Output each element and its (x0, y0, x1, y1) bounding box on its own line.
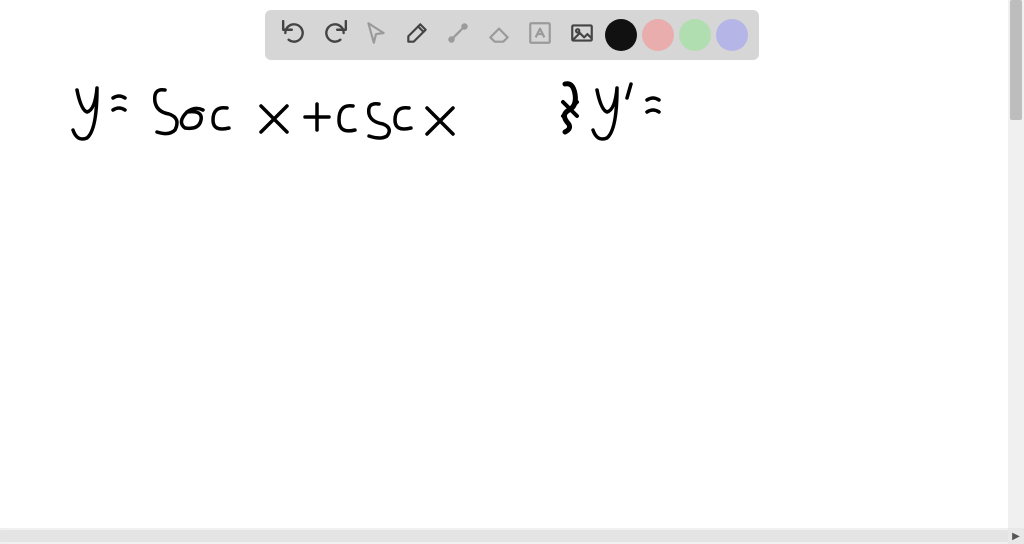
redo-button[interactable] (317, 17, 353, 53)
color-swatch-pink[interactable] (642, 19, 674, 51)
eraser-tool-button[interactable] (481, 17, 517, 53)
image-icon (569, 20, 595, 51)
redo-icon (322, 20, 348, 51)
pen-tool-button[interactable] (399, 17, 435, 53)
vertical-scrollbar[interactable] (1008, 0, 1024, 528)
undo-icon (281, 20, 307, 51)
text-tool-button[interactable] (522, 17, 558, 53)
horizontal-scrollbar-thumb[interactable] (0, 530, 1008, 542)
tools-icon (445, 20, 471, 51)
pen-icon (404, 20, 430, 51)
cursor-icon (363, 20, 389, 51)
text-icon (527, 20, 553, 51)
color-swatch-black[interactable] (605, 19, 637, 51)
undo-button[interactable] (276, 17, 312, 53)
handwriting-eq-right (555, 76, 725, 146)
vertical-scrollbar-thumb[interactable] (1010, 0, 1022, 120)
horizontal-scrollbar[interactable] (0, 528, 1008, 544)
color-swatch-purple[interactable] (716, 19, 748, 51)
color-swatch-green[interactable] (679, 19, 711, 51)
tools-button[interactable] (440, 17, 476, 53)
horizontal-scroll-right-arrow[interactable]: ▶ (1008, 528, 1024, 544)
chevron-right-icon: ▶ (1012, 531, 1020, 542)
app-viewport: ▶ (0, 0, 1024, 544)
eraser-icon (486, 20, 512, 51)
image-tool-button[interactable] (564, 17, 600, 53)
handwriting-eq-left (65, 80, 465, 150)
drawing-toolbar (265, 10, 759, 60)
select-tool-button[interactable] (358, 17, 394, 53)
drawing-canvas[interactable] (0, 60, 1004, 530)
